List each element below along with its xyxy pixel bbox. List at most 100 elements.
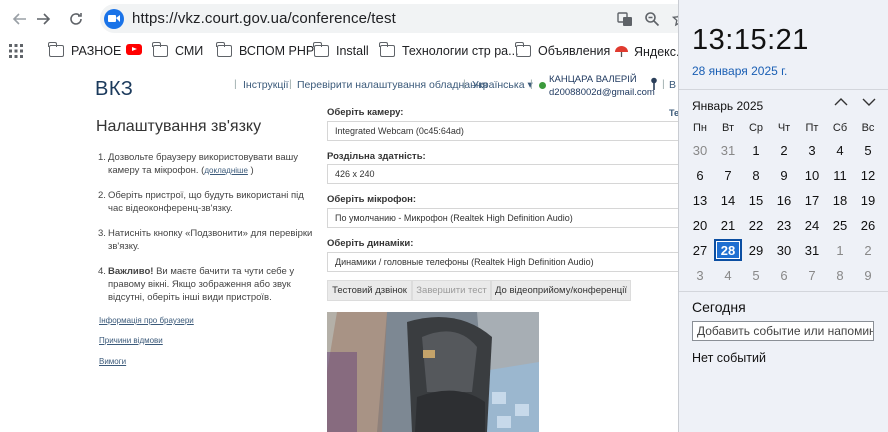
camera-select[interactable]: Integrated Webcam (0c45:64ad): [327, 121, 687, 141]
calendar-day[interactable]: 15: [742, 189, 770, 211]
folder-icon: [379, 42, 395, 57]
key-icon[interactable]: [650, 77, 658, 93]
nav-separator: |: [234, 78, 237, 90]
divider: [679, 89, 888, 90]
calendar-day[interactable]: 9: [854, 264, 882, 286]
test-call-button[interactable]: Тестовий дзвінок: [327, 280, 412, 301]
url-text: https://vkz.court.gov.ua/conference/test: [132, 10, 396, 27]
full-date-link[interactable]: 28 января 2025 г.: [692, 64, 787, 78]
calendar-day[interactable]: 4: [826, 139, 854, 161]
site-logo[interactable]: ВКЗ: [95, 78, 133, 101]
calendar-day[interactable]: 21: [714, 214, 742, 236]
language-select[interactable]: Українська ▾: [472, 79, 533, 91]
calendar-day[interactable]: 1: [742, 139, 770, 161]
nav-cut-link[interactable]: В: [669, 79, 676, 91]
calendar-day[interactable]: 7: [714, 164, 742, 186]
rejection-reasons-link[interactable]: Причини відмови: [99, 336, 163, 345]
user-name[interactable]: КАНЦАРА ВАЛЕРІЙ: [549, 74, 637, 85]
calendar-day[interactable]: 14: [714, 189, 742, 211]
calendar-day[interactable]: 24: [798, 214, 826, 236]
calendar-day[interactable]: 8: [742, 164, 770, 186]
month-title[interactable]: Январь 2025: [692, 99, 763, 113]
browser-info-link[interactable]: Інформація про браузери: [99, 316, 194, 325]
webcam-image: [327, 312, 539, 432]
details-link[interactable]: докладніше: [204, 166, 248, 175]
calendar-day[interactable]: 18: [826, 189, 854, 211]
folder-icon: [48, 42, 64, 57]
weekday-label: Пт: [805, 122, 819, 134]
nav-check-equipment-link[interactable]: Перевірити налаштування обладнання: [297, 79, 487, 91]
calendar-day[interactable]: 29: [742, 239, 770, 261]
resolution-select[interactable]: 426 x 240: [327, 164, 687, 184]
calendar-day[interactable]: 11: [826, 164, 854, 186]
calendar-day[interactable]: 3: [798, 139, 826, 161]
microphone-label: Оберіть мікрофон:: [327, 194, 417, 205]
user-email[interactable]: d20088002d@gmail.com: [549, 87, 655, 98]
join-conference-button[interactable]: До відеоприйому/конференції: [491, 280, 631, 301]
calendar-day[interactable]: 17: [798, 189, 826, 211]
bookmark-folder-install[interactable]: Install: [313, 42, 369, 58]
calendar-day[interactable]: 22: [742, 214, 770, 236]
bookmark-folder-tehnologii[interactable]: Технологии стр ра...: [379, 42, 519, 58]
calendar-day[interactable]: 4: [714, 264, 742, 286]
calendar-day[interactable]: 5: [854, 139, 882, 161]
next-month-icon[interactable]: [862, 96, 876, 110]
calendar-flyout: 13:15:21 28 января 2025 г. Январь 2025 П…: [678, 0, 888, 432]
calendar-day[interactable]: 5: [742, 264, 770, 286]
reload-icon[interactable]: [63, 6, 89, 32]
screen: https://vkz.court.gov.ua/conference/test: [0, 0, 888, 432]
calendar-day[interactable]: 2: [770, 139, 798, 161]
calendar-day[interactable]: 19: [854, 189, 882, 211]
end-test-button[interactable]: Завершити тест: [412, 280, 491, 301]
calendar-day[interactable]: 25: [826, 214, 854, 236]
bookmark-folder-raznoe[interactable]: РАЗНОЕ: [48, 42, 121, 58]
bookmark-folder-obyavleniya[interactable]: Объявления: [515, 42, 610, 58]
calendar-day[interactable]: 9: [770, 164, 798, 186]
calendar-day[interactable]: 30: [686, 139, 714, 161]
add-event-input[interactable]: Добавить событие или напоминание: [692, 321, 874, 341]
calendar-day[interactable]: 8: [826, 264, 854, 286]
calendar-day[interactable]: 10: [798, 164, 826, 186]
calendar-day[interactable]: 26: [854, 214, 882, 236]
folder-icon: [515, 42, 531, 57]
calendar-day[interactable]: 1: [826, 239, 854, 261]
speakers-label: Оберіть динаміки:: [327, 238, 414, 249]
forward-icon[interactable]: [30, 6, 56, 32]
resolution-label: Роздільна здатність:: [327, 151, 426, 162]
webcam-preview: [327, 312, 539, 432]
calendar-day[interactable]: 13: [686, 189, 714, 211]
calendar-day[interactable]: 20: [686, 214, 714, 236]
calendar-day[interactable]: 16: [770, 189, 798, 211]
address-bar[interactable]: https://vkz.court.gov.ua/conference/test: [100, 4, 700, 33]
calendar-day[interactable]: 3: [686, 264, 714, 286]
site-camera-icon[interactable]: [104, 8, 124, 29]
calendar-day[interactable]: 6: [770, 264, 798, 286]
calendar-day[interactable]: 6: [686, 164, 714, 186]
translate-icon[interactable]: [616, 10, 634, 28]
calendar-day[interactable]: 12: [854, 164, 882, 186]
calendar-day[interactable]: 30: [770, 239, 798, 261]
prev-month-icon[interactable]: [834, 96, 848, 110]
clock-time: 13:15:21: [692, 24, 809, 56]
speakers-select[interactable]: Динамики / головные телефоны (Realtek Hi…: [327, 252, 687, 272]
bookmark-folder-vspom-php[interactable]: ВСПОМ PHP: [216, 42, 314, 58]
calendar-day-today[interactable]: 28: [714, 239, 742, 261]
microphone-select[interactable]: По умолчанию - Микрофон (Realtek High De…: [327, 208, 687, 228]
nav-separator: |: [530, 78, 533, 90]
calendar-day[interactable]: 7: [798, 264, 826, 286]
nav-separator: |: [662, 78, 665, 90]
weekday-label: Сб: [832, 122, 848, 134]
calendar-day[interactable]: 2: [854, 239, 882, 261]
calendar-day[interactable]: 31: [798, 239, 826, 261]
requirements-link[interactable]: Вимоги: [99, 357, 126, 366]
apps-grid-icon[interactable]: [9, 44, 23, 58]
calendar-day[interactable]: 31: [714, 139, 742, 161]
zoom-icon[interactable]: [643, 10, 661, 28]
folder-icon: [216, 42, 232, 57]
nav-instructions-link[interactable]: Інструкції: [243, 79, 289, 91]
youtube-bookmark[interactable]: [126, 44, 149, 55]
calendar-day[interactable]: 27: [686, 239, 714, 261]
calendar-day[interactable]: 23: [770, 214, 798, 236]
weekday-label: Ср: [748, 122, 764, 134]
bookmark-folder-smi[interactable]: СМИ: [152, 42, 203, 58]
